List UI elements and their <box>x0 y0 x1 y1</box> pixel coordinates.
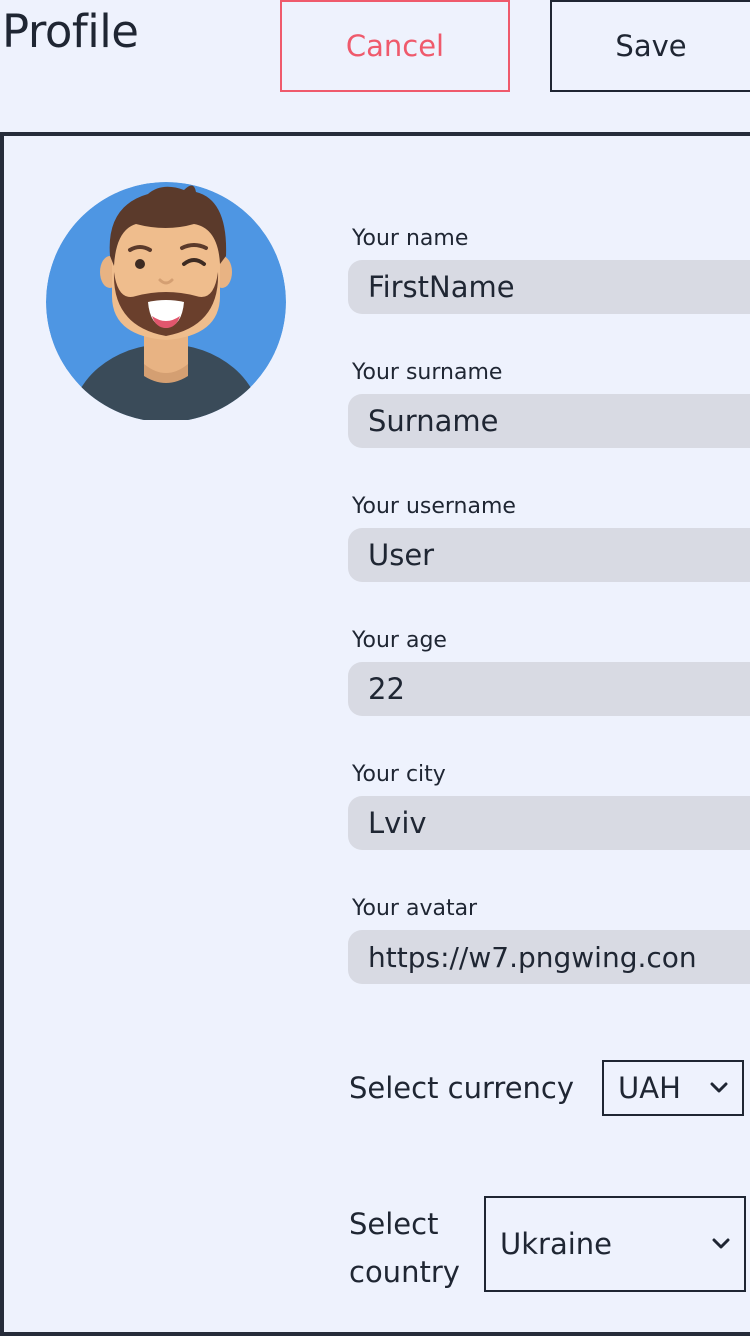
currency-label: Select currency <box>349 1071 575 1105</box>
page-title: Profile <box>2 5 139 58</box>
surname-input[interactable] <box>348 394 750 448</box>
age-label: Your age <box>352 628 447 653</box>
avatar-url-label: Your avatar <box>352 896 478 921</box>
chevron-down-icon <box>710 1233 732 1255</box>
avatar <box>44 176 288 422</box>
username-label: Your username <box>352 494 516 519</box>
country-label-line1: Select <box>349 1207 439 1241</box>
profile-card: Your name Your surname Your username You… <box>0 132 750 1336</box>
country-label-line2: country <box>349 1255 460 1289</box>
age-input[interactable] <box>348 662 750 716</box>
cancel-button[interactable]: Cancel <box>280 0 510 92</box>
avatar-icon <box>46 182 286 422</box>
surname-label: Your surname <box>352 360 503 385</box>
name-label: Your name <box>352 226 469 251</box>
city-label: Your city <box>352 762 446 787</box>
avatar-url-input[interactable] <box>348 930 750 984</box>
country-select[interactable]: Ukraine <box>484 1196 746 1292</box>
city-input[interactable] <box>348 796 750 850</box>
username-input[interactable] <box>348 528 750 582</box>
name-input[interactable] <box>348 260 750 314</box>
currency-select[interactable]: UAH <box>602 1060 744 1116</box>
currency-selected: UAH <box>618 1071 681 1105</box>
save-button[interactable]: Save <box>550 0 750 92</box>
chevron-down-icon <box>708 1077 730 1099</box>
country-selected: Ukraine <box>500 1227 612 1261</box>
